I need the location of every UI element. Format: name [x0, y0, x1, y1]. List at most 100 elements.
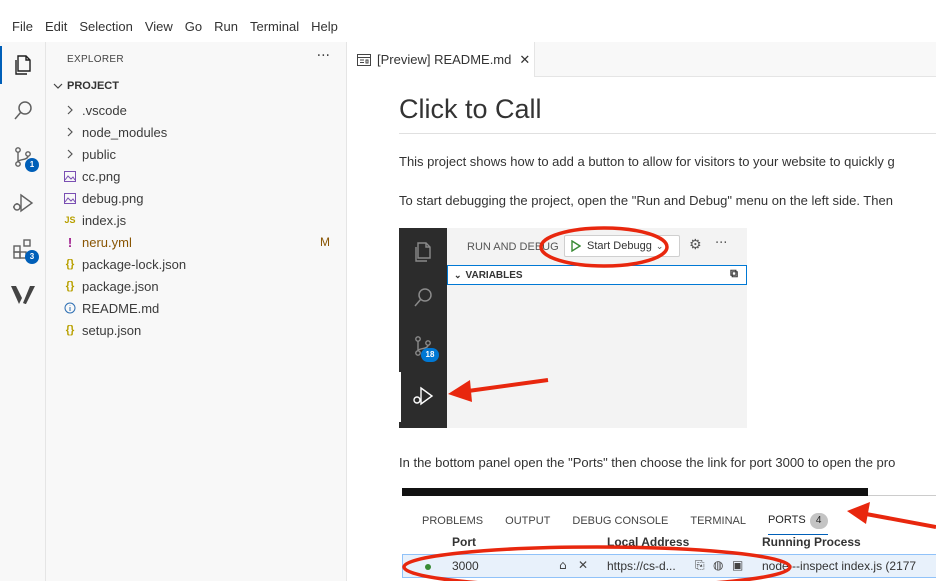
- search-icon: [14, 101, 32, 120]
- menu-file[interactable]: File: [6, 12, 39, 42]
- files-icon: [15, 55, 31, 75]
- screenshot-start-debugging-button: Start Debugg ⌄: [564, 235, 680, 257]
- editor-tab-bar: [Preview] README.md ✕: [347, 42, 936, 77]
- json-file-icon: {}: [65, 280, 75, 292]
- screenshot-top-line: [868, 495, 936, 496]
- image-file-icon: [62, 192, 78, 204]
- tree-item-debug-png[interactable]: debug.png: [46, 187, 346, 209]
- image-file-icon: [62, 170, 78, 182]
- search-button[interactable]: [0, 88, 46, 134]
- label-icon: ⌂: [559, 558, 567, 572]
- menu-help[interactable]: Help: [305, 12, 344, 42]
- tree-item-label: package-lock.json: [82, 256, 187, 272]
- panel-tab-problems: PROBLEMS: [422, 515, 484, 527]
- title-divider: [399, 133, 936, 134]
- close-icon: ✕: [578, 558, 589, 572]
- menu-run[interactable]: Run: [208, 12, 244, 42]
- menu-go[interactable]: Go: [179, 12, 208, 42]
- source-control-badge: 1: [25, 158, 39, 172]
- copy-icon: ⎘: [695, 558, 705, 572]
- tree-item-public[interactable]: public: [46, 143, 346, 165]
- panel-tab-ports: PORTS 4: [767, 513, 828, 535]
- tab-readme-preview[interactable]: [Preview] README.md ✕: [347, 42, 535, 77]
- tree-item-index-js[interactable]: JS index.js: [46, 209, 346, 231]
- vonage-icon: [11, 286, 35, 304]
- modified-badge: M: [320, 235, 330, 249]
- menu-bar: File Edit Selection View Go Run Terminal…: [0, 12, 936, 42]
- chevron-down-icon: ⌄: [454, 269, 462, 280]
- explorer-sidebar: EXPLORER ··· PROJECT .vscode node_module…: [46, 42, 347, 581]
- tree-item-label: README.md: [82, 300, 160, 316]
- explorer-button[interactable]: [0, 42, 46, 88]
- chevron-right-icon: [62, 105, 78, 115]
- doc-paragraph-3: In the bottom panel open the "Ports" the…: [399, 455, 896, 470]
- tree-item-label: setup.json: [82, 322, 142, 338]
- more-actions-icon[interactable]: ···: [317, 48, 330, 64]
- tree-item-label: cc.png: [82, 168, 121, 184]
- tree-item-package-lock-json[interactable]: {} package-lock.json: [46, 253, 346, 275]
- run-debug-button[interactable]: [0, 180, 46, 226]
- yml-file-icon: !: [67, 234, 73, 250]
- cell-address: https://cs-d...: [607, 559, 676, 573]
- preview-icon: [357, 53, 371, 66]
- vonage-button[interactable]: [0, 272, 46, 318]
- run-debug-icon: [13, 193, 34, 213]
- screenshot-activity-bar: 18: [399, 228, 447, 428]
- column-header-address: Local Address: [607, 535, 690, 549]
- tree-item-label: debug.png: [82, 190, 144, 206]
- tree-item-label: neru.yml: [82, 234, 132, 250]
- chevron-right-icon: [62, 149, 78, 159]
- chevron-down-icon: [53, 83, 63, 89]
- column-header-port: Port: [452, 535, 476, 549]
- tree-item-readme-md[interactable]: README.md: [46, 297, 346, 319]
- activity-bar: 1 3: [0, 42, 46, 581]
- tree-item-setup-json[interactable]: {} setup.json: [46, 319, 346, 341]
- panel-tab-terminal: TERMINAL: [690, 515, 746, 527]
- markdown-preview: Click to Call This project shows how to …: [347, 77, 936, 581]
- json-file-icon: {}: [65, 258, 75, 270]
- port-status-dot: [425, 564, 431, 570]
- json-file-icon: {}: [65, 324, 75, 336]
- globe-icon: ◍: [713, 558, 724, 572]
- doc-paragraph-2: To start debugging the project, open the…: [399, 193, 893, 208]
- project-section-header[interactable]: PROJECT: [52, 80, 119, 92]
- menu-view[interactable]: View: [139, 12, 179, 42]
- menu-selection[interactable]: Selection: [73, 12, 138, 42]
- tree-item-cc-png[interactable]: cc.png: [46, 165, 346, 187]
- menu-edit[interactable]: Edit: [39, 12, 73, 42]
- gear-icon: ⚙: [689, 237, 702, 253]
- menu-terminal[interactable]: Terminal: [244, 12, 305, 42]
- screenshot-panel-tabs: PROBLEMS OUTPUT DEBUG CONSOLE TERMINAL P…: [399, 510, 936, 535]
- files-icon: [415, 242, 431, 262]
- screenshot-top-bar: [402, 488, 868, 496]
- chevron-right-icon: [62, 127, 78, 137]
- chevron-down-icon: ⌄: [655, 240, 664, 251]
- info-file-icon: [62, 302, 78, 314]
- tree-item-label: node_modules: [82, 124, 168, 140]
- file-tree: .vscode node_modules public cc.png debug…: [46, 99, 346, 341]
- panel-tab-debug-console: DEBUG CONSOLE: [572, 515, 669, 527]
- tree-item-neru-yml[interactable]: ! neru.yml M: [46, 231, 346, 253]
- play-icon: [571, 240, 581, 252]
- tab-label: [Preview] README.md: [377, 52, 512, 67]
- start-debugging-label: Start Debugg: [587, 240, 652, 252]
- close-icon[interactable]: ✕: [519, 52, 530, 68]
- source-control-button[interactable]: 1: [0, 134, 46, 180]
- extensions-button[interactable]: 3: [0, 226, 46, 272]
- panel-tab-ports-label: PORTS: [767, 514, 806, 526]
- doc-paragraph-1: This project shows how to add a button t…: [399, 154, 895, 169]
- extensions-badge: 3: [25, 250, 39, 264]
- preview-icon: ▣: [732, 558, 744, 572]
- tree-item-vscode[interactable]: .vscode: [46, 99, 346, 121]
- js-file-icon: JS: [64, 215, 76, 225]
- variables-label: VARIABLES: [465, 269, 523, 281]
- more-icon: ···: [715, 236, 728, 251]
- collapse-all-icon: ⧉: [730, 268, 738, 280]
- screenshot-badge: 18: [421, 348, 439, 362]
- explorer-title: EXPLORER: [67, 54, 124, 65]
- tree-item-label: public: [82, 146, 116, 162]
- ports-count-badge: 4: [809, 513, 828, 529]
- tree-item-node-modules[interactable]: node_modules: [46, 121, 346, 143]
- panel-tab-output: OUTPUT: [505, 515, 551, 527]
- tree-item-package-json[interactable]: {} package.json: [46, 275, 346, 297]
